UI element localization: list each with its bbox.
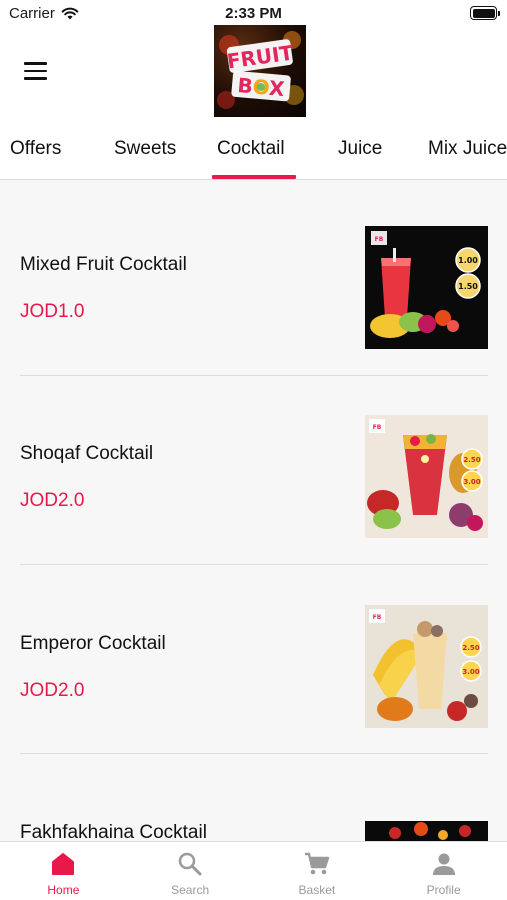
product-item[interactable]: Mixed Fruit Cocktail JOD1.0 FB 1.00 1.50 (20, 180, 488, 370)
menu-icon-line (24, 62, 47, 65)
product-image: FB 2.50 3.00 (365, 415, 488, 538)
tabbar-search-label: Search (171, 883, 210, 897)
product-price: JOD1.0 (20, 301, 85, 322)
svg-text:FB: FB (375, 236, 384, 243)
tab-cocktail[interactable]: Cocktail (217, 138, 285, 160)
image-price-tag: 2.50 (463, 456, 480, 464)
active-tab-indicator (212, 175, 296, 179)
category-tabs: Offers Sweets Cocktail Juice Mix Juice (0, 124, 507, 180)
bottom-tab-bar: Home Search Basket Profile (0, 841, 507, 900)
tabbar-search[interactable]: Search (127, 842, 254, 900)
product-item[interactable]: Emperor Cocktail JOD2.0 FB 2.50 3.00 (20, 559, 488, 749)
product-item[interactable]: Shoqaf Cocktail JOD2.0 FB 2.50 3.00 (20, 370, 488, 560)
tab-sweets[interactable]: Sweets (114, 138, 176, 160)
tab-juice[interactable]: Juice (338, 138, 382, 160)
profile-icon (432, 853, 455, 875)
product-name: Emperor Cocktail (20, 633, 166, 654)
image-price-tag: 1.00 (458, 256, 478, 265)
menu-icon-line (24, 77, 47, 80)
tabbar-home-label: Home (47, 883, 80, 897)
app-header: FRUIT BOX (0, 25, 507, 124)
tabbar-profile-label: Profile (426, 883, 461, 897)
product-name: Mixed Fruit Cocktail (20, 254, 187, 275)
battery-icon (470, 6, 500, 20)
menu-button[interactable] (24, 62, 47, 80)
tabbar-home[interactable]: Home (0, 842, 127, 900)
product-item[interactable]: Fakhfakhaina Cocktail (20, 749, 488, 841)
product-list: Mixed Fruit Cocktail JOD1.0 FB 1.00 1.50 (0, 180, 507, 841)
svg-text:FB: FB (373, 424, 382, 431)
image-price-tag: 3.00 (463, 478, 480, 486)
status-bar: Carrier 2:33 PM (0, 0, 507, 28)
search-icon (178, 852, 202, 876)
product-image: FB 2.50 3.00 (365, 605, 488, 728)
fruit-box-logo: FRUIT BOX (214, 25, 306, 117)
menu-icon-line (24, 69, 47, 73)
tabbar-basket-label: Basket (298, 883, 336, 897)
product-price: JOD2.0 (20, 490, 85, 511)
tabbar-profile[interactable]: Profile (380, 842, 507, 900)
product-image: FB 1.00 1.50 (365, 226, 488, 349)
product-name: Fakhfakhaina Cocktail (20, 822, 207, 841)
svg-text:FB: FB (373, 614, 382, 621)
image-price-tag: 2.50 (462, 644, 479, 652)
tab-mix-juice[interactable]: Mix Juice (428, 138, 507, 160)
image-price-tag: 3.00 (462, 668, 479, 676)
tab-offers[interactable]: Offers (10, 138, 61, 160)
product-image (365, 821, 488, 841)
product-name: Shoqaf Cocktail (20, 443, 154, 464)
status-time: 2:33 PM (225, 5, 282, 22)
product-price: JOD2.0 (20, 680, 85, 701)
tabbar-basket[interactable]: Basket (254, 842, 381, 900)
cart-icon (304, 852, 330, 875)
image-price-tag: 1.50 (458, 282, 478, 291)
home-icon (52, 853, 75, 875)
